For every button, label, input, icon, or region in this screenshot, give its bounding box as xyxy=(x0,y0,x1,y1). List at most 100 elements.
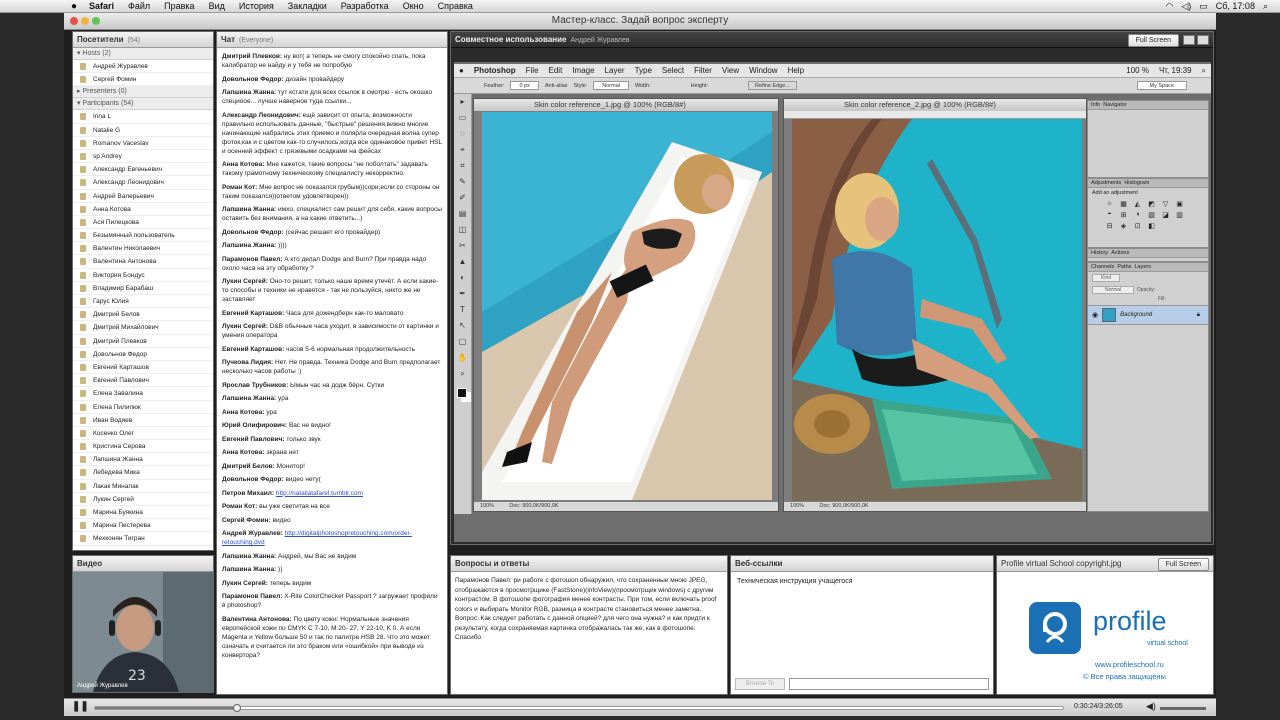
participant-item[interactable]: Александр Евгеньевич xyxy=(73,163,213,177)
ps-tool-icon[interactable]: ✋ xyxy=(454,350,471,366)
menubar-item[interactable]: Правка xyxy=(164,1,194,11)
ps-apple-icon[interactable]: ● xyxy=(459,64,464,78)
ps-tool-icon[interactable]: ✂ xyxy=(454,238,471,254)
wifi-icon[interactable]: ◠ xyxy=(1165,1,1173,12)
ps-menu-item[interactable]: Layer xyxy=(605,64,625,78)
participant-item[interactable]: Валентин Николаевич xyxy=(73,242,213,256)
menubar-item[interactable]: Закладки xyxy=(288,1,327,11)
playback-knob[interactable] xyxy=(233,704,242,712)
menubar-item[interactable]: Файл xyxy=(128,1,150,11)
adjustment-icon[interactable]: ▦ xyxy=(1118,200,1129,208)
ps-tool-icon[interactable]: T xyxy=(454,302,471,318)
ps-tool-icon[interactable]: ⌖ xyxy=(454,142,471,158)
ps-spotlight-icon[interactable]: ⌕ xyxy=(1202,64,1206,78)
doc1-title[interactable]: Skin color reference_1.jpg @ 100% (RGB/8… xyxy=(474,99,778,111)
layer-row-background[interactable]: ◉ Background 🔒︎ xyxy=(1088,305,1208,325)
info-panel-tabs[interactable]: Info Navigator xyxy=(1088,101,1208,110)
adjustment-icon[interactable]: ◈ xyxy=(1118,222,1129,230)
doc1-zoom[interactable]: 100% xyxy=(480,503,494,509)
participant-item[interactable]: Анна Котова xyxy=(73,203,213,216)
tab-adjustments[interactable]: Adjustments xyxy=(1091,180,1121,186)
volume-slider[interactable] xyxy=(1160,707,1206,710)
participant-item[interactable]: Марина Буякина xyxy=(73,506,213,520)
participants-group[interactable]: ▾ Participants (54) xyxy=(73,98,213,111)
menubar-item[interactable]: Safari xyxy=(89,1,114,11)
presenters-group[interactable]: ▸ Presenters (0) xyxy=(73,86,213,99)
chat-link[interactable]: http://nataliatafarel.tumblr.com xyxy=(276,490,363,497)
participant-item[interactable]: Валентина Антонова xyxy=(73,255,213,269)
refine-edge-button[interactable]: Refine Edge... xyxy=(748,81,797,90)
ps-menu-item[interactable]: Image xyxy=(572,64,594,78)
tab-navigator[interactable]: Navigator xyxy=(1103,102,1127,108)
participant-item[interactable]: Дмитрий Белов xyxy=(73,308,213,322)
participant-item[interactable]: Безымянный пользователь xyxy=(73,229,213,243)
doc2-title[interactable]: Skin color reference_2.jpg @ 100% (RGB/8… xyxy=(784,99,1086,111)
participant-item[interactable]: Андрей Валерьевич xyxy=(73,190,213,203)
ps-menu-item[interactable]: Help xyxy=(788,64,804,78)
ps-menu-item[interactable]: Edit xyxy=(549,64,563,78)
participant-item[interactable]: Александр Леонидович xyxy=(73,176,213,190)
tab-paths[interactable]: Paths xyxy=(1117,264,1131,270)
ps-tool-icon[interactable]: ▭ xyxy=(454,110,471,126)
adjustment-icon[interactable]: ◧ xyxy=(1146,222,1157,230)
adjustment-icon[interactable]: ◓ xyxy=(1104,211,1115,219)
participant-item[interactable]: Лебедева Мика xyxy=(73,466,213,480)
layer-kind-filter[interactable]: Kind xyxy=(1092,274,1121,282)
ps-menu-item[interactable]: Photoshop xyxy=(474,64,516,78)
doc2-zoom[interactable]: 100% xyxy=(790,503,804,509)
participant-item[interactable]: Виктория Бондус xyxy=(73,269,213,282)
chat-scope[interactable]: (Everyone) xyxy=(239,37,273,44)
tab-histogram[interactable]: Histogram xyxy=(1124,180,1149,186)
adjustment-icon[interactable]: ☼ xyxy=(1104,200,1115,208)
share-fullscreen-button[interactable]: Full Screen xyxy=(1127,34,1179,47)
ps-tool-icon[interactable]: ◫ xyxy=(454,222,471,238)
adjustment-icon[interactable]: ◪ xyxy=(1160,211,1171,219)
tab-layers[interactable]: Layers xyxy=(1134,264,1151,270)
participant-item[interactable]: Довольнов Федор xyxy=(73,348,213,361)
adjustment-icon[interactable]: ▥ xyxy=(1174,211,1185,219)
ps-tool-icon[interactable]: ↖ xyxy=(454,318,471,334)
participant-item[interactable]: Лукин Сергей xyxy=(73,493,213,506)
adjustment-icon[interactable]: ◑ xyxy=(1132,211,1143,219)
color-swatch-icon[interactable] xyxy=(457,388,467,398)
ps-tool-icon[interactable]: ⌕ xyxy=(454,366,471,382)
ps-menu-item[interactable]: View xyxy=(722,64,739,78)
participant-item[interactable]: Дмитрий Михайлович xyxy=(73,321,213,335)
ps-tool-icon[interactable]: ▲ xyxy=(454,254,471,270)
participant-item[interactable]: Лакак Миналак xyxy=(73,480,213,493)
ps-menu-item[interactable]: File xyxy=(526,64,539,78)
ps-tool-icon[interactable]: ✐ xyxy=(454,190,471,206)
menubar-item[interactable]: Вид xyxy=(209,1,225,11)
ps-menu-item[interactable]: Select xyxy=(662,64,684,78)
adjustment-icon[interactable]: ⊟ xyxy=(1104,222,1115,230)
presenter-video[interactable]: 23 xyxy=(73,572,213,692)
participant-item[interactable]: Косенко Олег xyxy=(73,427,213,441)
close-window-icon[interactable] xyxy=(70,17,78,25)
share-options-icon[interactable] xyxy=(1197,35,1209,45)
participant-item[interactable]: Мехконян Тигран xyxy=(73,532,213,546)
tab-actions[interactable]: Actions xyxy=(1111,250,1129,256)
participant-item[interactable]: sp Andrey xyxy=(73,150,213,164)
adjustment-icon[interactable]: ▧ xyxy=(1146,211,1157,219)
participant-item[interactable]: Лапшина Жанна xyxy=(73,453,213,467)
participant-item[interactable]: Natalie G xyxy=(73,124,213,137)
tab-history[interactable]: History xyxy=(1091,250,1108,256)
participant-item[interactable]: Дмитрий Плевков xyxy=(73,335,213,348)
volume-icon[interactable]: ◀) xyxy=(1146,701,1156,712)
ps-tool-icon[interactable]: ◌ xyxy=(454,126,471,142)
menubar-item[interactable]: Окно xyxy=(403,1,424,11)
blend-mode-select[interactable]: Normal xyxy=(1092,286,1135,294)
ps-menu-item[interactable]: Filter xyxy=(694,64,712,78)
participant-item[interactable]: Иван Водяев xyxy=(73,414,213,427)
adjustment-icon[interactable]: ⊡ xyxy=(1132,222,1143,230)
participant-item[interactable]: Ася Пилецкова xyxy=(73,216,213,230)
host-item[interactable]: Андрей Журавлев xyxy=(73,60,213,74)
menubar-item[interactable]: Разработка xyxy=(341,1,389,11)
visibility-eye-icon[interactable]: ◉ xyxy=(1092,311,1098,319)
adjustments-tabs[interactable]: Adjustments Histogram xyxy=(1088,179,1208,188)
weblink-item[interactable]: Техническая инструкция учащегося xyxy=(731,572,993,591)
ps-tool-icon[interactable]: ✒ xyxy=(454,286,471,302)
ps-menu-item[interactable]: Window xyxy=(749,64,777,78)
playback-track[interactable] xyxy=(94,704,1064,712)
volume-icon[interactable]: ◁) xyxy=(1181,1,1191,12)
